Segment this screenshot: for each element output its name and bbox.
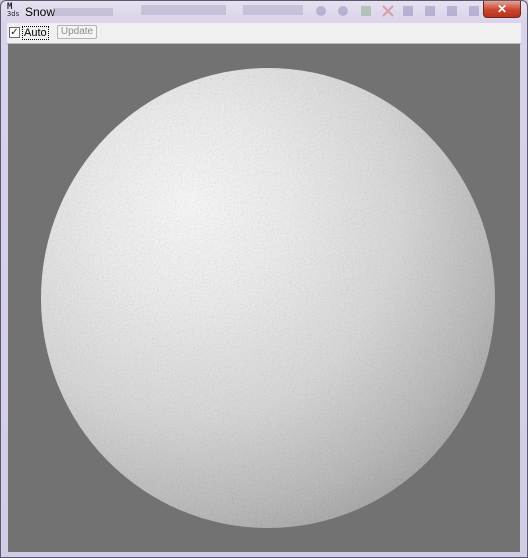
app-icon-caption: 3ds [7,10,20,18]
app-icon: M 3ds [7,3,21,19]
background-icons-ghost [316,5,479,17]
title-bar[interactable]: M 3ds Snow ✕ [1,1,527,23]
auto-checkbox[interactable]: ✓ [9,27,20,38]
snow-sphere [41,68,495,528]
toolbar: ✓ Auto Update [7,23,521,44]
background-toolbar-ghost [53,5,303,16]
snow-preview-window: M 3ds Snow ✕ ✓ Auto Update [0,0,528,558]
update-button[interactable]: Update [57,25,97,39]
window-title: Snow [25,5,56,19]
snow-texture [41,68,495,528]
render-viewport[interactable] [8,44,520,552]
close-button[interactable]: ✕ [483,1,521,18]
auto-checkbox-label[interactable]: Auto [22,26,49,40]
